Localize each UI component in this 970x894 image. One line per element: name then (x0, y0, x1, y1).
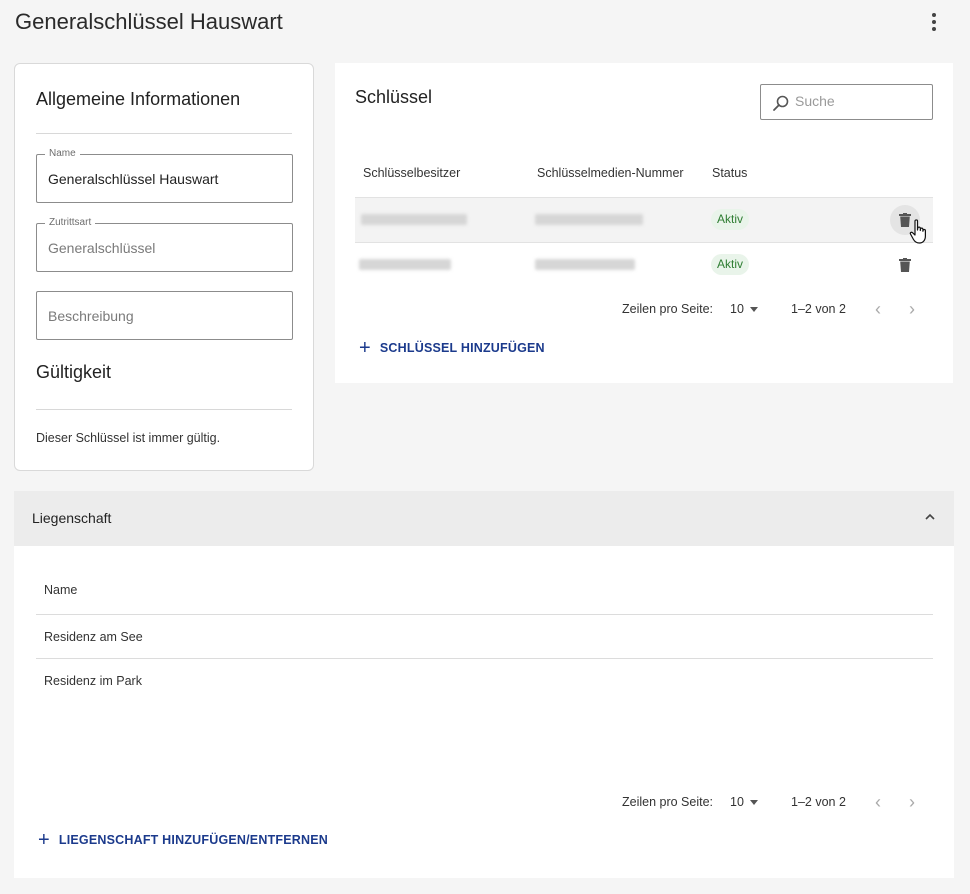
search-input[interactable] (795, 93, 925, 109)
col-status: Status (712, 166, 748, 180)
property-pagination: Zeilen pro Seite: 10 1–2 von 2 ‹ › (14, 792, 954, 813)
property-name: Residenz im Park (44, 674, 142, 688)
page-title: Generalschlüssel Hauswart (15, 9, 283, 34)
col-property-name: Name (44, 583, 78, 597)
more-options-button[interactable] (924, 11, 944, 33)
property-name: Residenz am See (44, 630, 143, 644)
trash-icon (899, 258, 911, 272)
access-type-value: Generalschlüssel (48, 240, 156, 256)
table-row[interactable]: Aktiv (355, 197, 933, 242)
chevron-right-icon: › (909, 792, 915, 812)
prev-page-button[interactable]: ‹ (875, 299, 881, 320)
keys-heading: Schlüssel (355, 87, 433, 107)
add-property-label: LIEGENSCHAFT HINZUFÜGEN/ENTFERNEN (58, 833, 328, 847)
name-field-label: Name (45, 148, 80, 159)
rows-per-page-select[interactable]: 10 (730, 302, 758, 316)
rows-per-page-value: 10 (730, 795, 744, 809)
table-row[interactable]: Aktiv (355, 242, 933, 287)
plus-icon: + (359, 337, 371, 359)
table-row[interactable]: Residenz am See (36, 614, 933, 658)
name-field-value: Generalschlüssel Hauswart (48, 171, 219, 187)
keys-card: Schlüssel Schlüsselbesitzer Schlüsselmed… (335, 63, 953, 383)
validity-divider (36, 409, 292, 410)
more-vert-icon (932, 13, 936, 17)
validity-heading: Gültigkeit (36, 362, 112, 382)
validity-text: Dieser Schlüssel ist immer gültig. (36, 431, 221, 445)
info-card: Allgemeine Informationen Name Generalsch… (14, 63, 314, 471)
property-heading: Liegenschaft (32, 510, 112, 526)
chevron-down-icon (749, 799, 758, 805)
delete-button[interactable] (890, 250, 920, 280)
chevron-right-icon: › (909, 299, 915, 319)
property-header[interactable]: Liegenschaft (14, 491, 954, 546)
owner-redacted (361, 214, 467, 225)
hand-cursor-icon (909, 219, 926, 244)
chevron-left-icon: ‹ (875, 299, 881, 319)
chevron-down-icon (749, 306, 758, 312)
media-number-redacted (535, 214, 643, 225)
col-key-owner: Schlüsselbesitzer (363, 166, 461, 180)
info-heading: Allgemeine Informationen (36, 89, 241, 109)
page-range: 1–2 von 2 (791, 795, 846, 809)
chevron-left-icon: ‹ (875, 792, 881, 812)
search-icon (773, 95, 789, 111)
status-badge: Aktiv (711, 254, 750, 275)
description-field[interactable]: Beschreibung (36, 291, 293, 340)
media-number-redacted (535, 259, 635, 270)
prev-page-button[interactable]: ‹ (875, 792, 881, 813)
chevron-up-icon[interactable] (924, 511, 936, 523)
owner-redacted (359, 259, 451, 270)
search-box[interactable] (760, 84, 933, 120)
rows-per-page-select[interactable]: 10 (730, 795, 758, 809)
table-row[interactable]: Residenz im Park (36, 658, 933, 702)
add-property-button[interactable]: + LIEGENSCHAFT HINZUFÜGEN/ENTFERNEN (38, 830, 328, 850)
access-type-field[interactable]: Zutrittsart Generalschlüssel (36, 217, 293, 272)
description-placeholder: Beschreibung (48, 308, 134, 324)
add-key-label: SCHLÜSSEL HINZUFÜGEN (379, 341, 545, 355)
status-badge: Aktiv (711, 209, 750, 230)
plus-icon: + (38, 829, 50, 851)
page-range: 1–2 von 2 (791, 302, 846, 316)
access-type-label: Zutrittsart (45, 217, 96, 228)
keys-pagination: Zeilen pro Seite: 10 1–2 von 2 ‹ › (335, 299, 953, 320)
add-key-button[interactable]: + SCHLÜSSEL HINZUFÜGEN (359, 338, 545, 358)
rows-per-page-label: Zeilen pro Seite: (622, 795, 714, 809)
property-section: Liegenschaft Name Residenz am See Reside… (14, 491, 954, 878)
name-field[interactable]: Name Generalschlüssel Hauswart (36, 148, 293, 203)
rows-per-page-value: 10 (730, 302, 744, 316)
next-page-button[interactable]: › (909, 299, 915, 320)
col-media-number: Schlüsselmedien-Nummer (537, 166, 684, 180)
next-page-button[interactable]: › (909, 792, 915, 813)
rows-per-page-label: Zeilen pro Seite: (622, 302, 714, 316)
info-divider (36, 133, 292, 134)
